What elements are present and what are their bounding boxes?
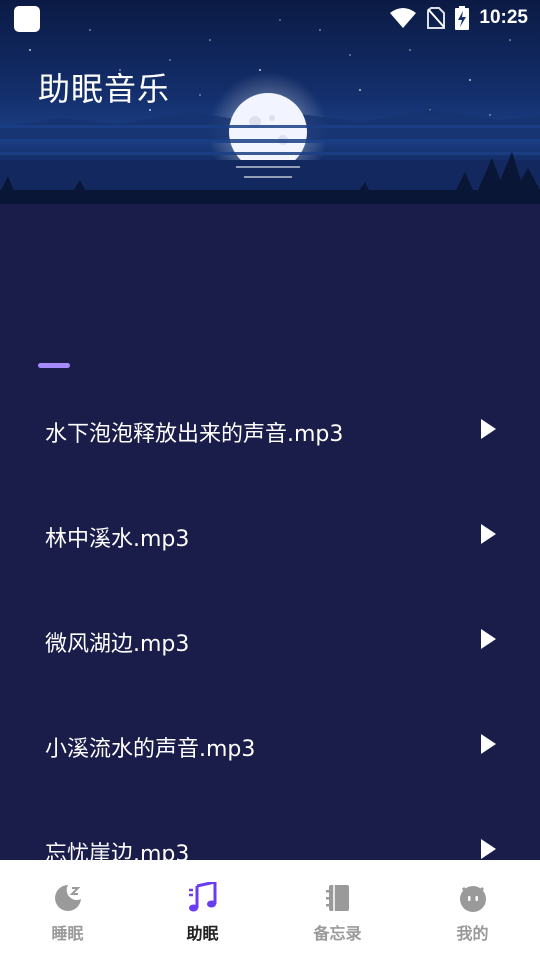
track-item[interactable]: 微风湖边.mp3 [0, 587, 540, 692]
status-bar: 10:25 [0, 0, 540, 36]
nav-label: 睡眠 [51, 924, 84, 943]
profile-face-icon [459, 886, 486, 912]
bottom-nav: 睡眠 助眠 备忘录 我的 [0, 860, 540, 960]
music-note-icon [188, 882, 216, 912]
app-notification-icon [14, 6, 40, 32]
nav-tab-profile[interactable]: 我的 [405, 860, 540, 960]
track-name: 忘忧崖边.mp3 [45, 842, 190, 860]
nav-tab-sleep-aid[interactable]: 助眠 [135, 860, 270, 960]
notebook-icon [325, 885, 349, 911]
no-sim-icon [427, 7, 446, 29]
battery-charging-icon [455, 6, 470, 30]
play-icon[interactable] [478, 732, 498, 756]
nav-label: 我的 [456, 924, 489, 943]
track-list: 水下泡泡释放出来的声音.mp3 林中溪水.mp3 微风湖边.mp3 小溪流水的声… [0, 377, 540, 860]
track-name: 林中溪水.mp3 [45, 527, 190, 552]
play-icon[interactable] [478, 837, 498, 860]
play-icon[interactable] [478, 522, 498, 546]
status-time: 10:25 [479, 7, 528, 28]
sleep-moon-icon [54, 885, 81, 911]
track-list-section: 水下泡泡释放出来的声音.mp3 林中溪水.mp3 微风湖边.mp3 小溪流水的声… [0, 220, 540, 860]
track-name: 水下泡泡释放出来的声音.mp3 [45, 422, 344, 447]
header-banner: 10:25 助眠音乐 [0, 0, 540, 220]
nav-tab-memo[interactable]: 备忘录 [270, 860, 405, 960]
track-item[interactable]: 水下泡泡释放出来的声音.mp3 [0, 377, 540, 482]
section-indicator [38, 363, 70, 368]
nav-tab-sleep[interactable]: 睡眠 [0, 860, 135, 960]
track-item[interactable]: 小溪流水的声音.mp3 [0, 692, 540, 797]
track-name: 小溪流水的声音.mp3 [45, 737, 256, 762]
track-item[interactable]: 林中溪水.mp3 [0, 482, 540, 587]
track-item[interactable]: 忘忧崖边.mp3 [0, 797, 540, 860]
wifi-icon [389, 7, 417, 29]
play-icon[interactable] [478, 627, 498, 651]
play-icon[interactable] [478, 417, 498, 441]
nav-label: 备忘录 [313, 924, 362, 943]
nav-label: 助眠 [186, 924, 219, 943]
track-name: 微风湖边.mp3 [45, 632, 190, 657]
page-title: 助眠音乐 [38, 70, 171, 108]
